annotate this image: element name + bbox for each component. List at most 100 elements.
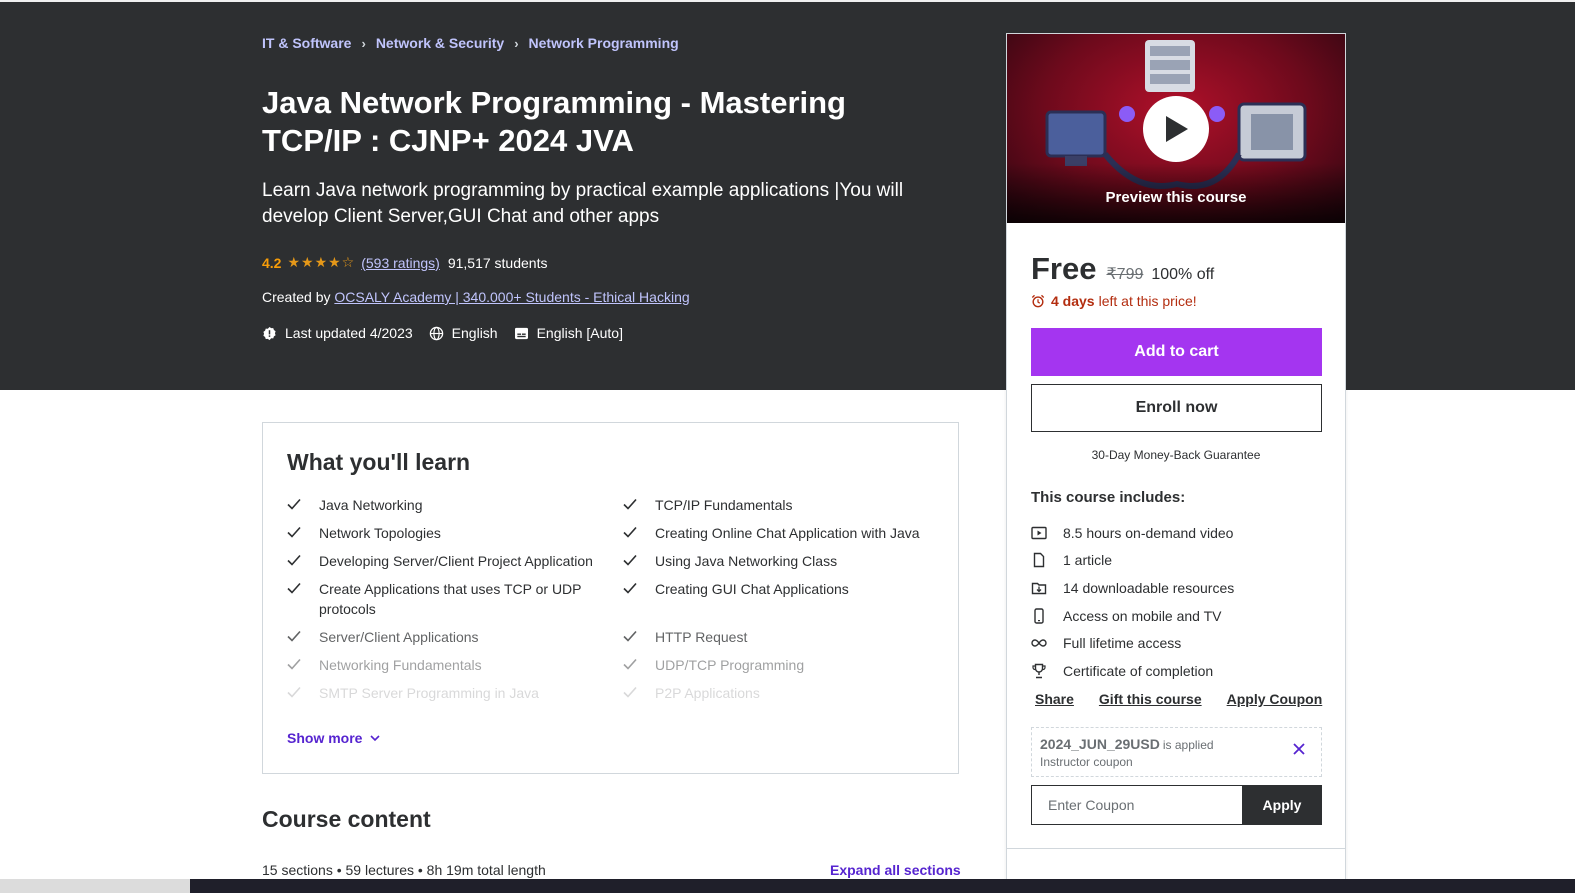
alarm-clock-icon: [1031, 294, 1045, 308]
check-icon: [623, 498, 637, 510]
includes-item: Certificate of completion: [1031, 657, 1331, 685]
learn-item: UDP/TCP Programming: [623, 655, 943, 675]
includes-item-label: Certificate of completion: [1063, 662, 1214, 679]
video-icon: [1031, 526, 1047, 539]
star-rating-icon: ★★★★☆: [287, 254, 356, 270]
captions-text: English [Auto]: [536, 325, 623, 341]
learn-item-text: P2P Applications: [655, 685, 760, 701]
learn-item-text: Java Networking: [319, 497, 423, 513]
add-to-cart-button[interactable]: Add to cart: [1031, 328, 1322, 376]
check-icon: [623, 658, 637, 670]
alert-badge-icon: [263, 326, 276, 340]
created-by-label: Created by: [262, 289, 331, 305]
check-icon: [623, 582, 637, 594]
mobile-icon: [1034, 607, 1044, 624]
coupon-code-line: 2024_JUN_29USD is applied: [1040, 736, 1214, 752]
rating-row: 4.2 ★★★★☆ (593 ratings) 91,517 students: [262, 254, 547, 271]
learn-item-text: SMTP Server Programming in Java: [319, 685, 539, 701]
learn-item-text: Create Applications that uses TCP or UDP…: [319, 581, 582, 617]
breadcrumb-item-network-programming[interactable]: Network Programming: [529, 35, 679, 51]
created-by: Created by OCSALY Academy | 340.000+ Stu…: [262, 289, 690, 305]
trophy-icon: [1032, 663, 1046, 678]
check-icon: [623, 630, 637, 642]
includes-item-label: 14 downloadable resources: [1063, 579, 1235, 596]
course-subtitle: Learn Java network programming by practi…: [262, 180, 904, 227]
includes-item-label: 8.5 hours on-demand video: [1063, 524, 1234, 541]
learn-item: HTTP Request: [623, 627, 943, 647]
close-icon: [1293, 743, 1305, 755]
apply-coupon-button[interactable]: Apply: [1242, 785, 1322, 825]
check-icon: [287, 658, 301, 670]
coupon-code: 2024_JUN_29USD: [1040, 736, 1160, 752]
timer-text: left at this price!: [1098, 293, 1197, 309]
play-icon: [1166, 116, 1188, 142]
includes-item: 1 article: [1031, 547, 1331, 575]
download-icon: [1031, 582, 1047, 595]
check-icon: [287, 554, 301, 566]
closed-captions-icon: [514, 327, 528, 339]
show-more-label: Show more: [287, 730, 363, 746]
learn-item: Creating Online Chat Application with Ja…: [623, 523, 943, 543]
applied-coupon: 2024_JUN_29USD is applied Instructor coup…: [1031, 727, 1322, 777]
enroll-now-button[interactable]: Enroll now: [1031, 384, 1322, 432]
learn-heading: What you'll learn: [287, 449, 471, 475]
expand-all-sections-button[interactable]: Expand all sections: [830, 862, 961, 878]
includes-item: Full lifetime access: [1031, 629, 1331, 657]
globe-icon: [429, 326, 443, 340]
check-icon: [623, 554, 637, 566]
apply-coupon-link[interactable]: Apply Coupon: [1227, 691, 1323, 707]
learn-item-text: Using Java Networking Class: [655, 553, 838, 569]
course-content-meta: 15 sections • 59 lectures • 8h 19m total…: [262, 862, 546, 878]
learn-item-text: Networking Fundamentals: [319, 657, 482, 673]
chevron-right-icon: ›: [361, 35, 366, 51]
infinity-icon: [1031, 639, 1047, 647]
chevron-right-icon: ›: [514, 35, 519, 51]
learn-column-left: Java Networking Network Topologies Devel…: [287, 495, 607, 711]
ratings-link[interactable]: (593 ratings): [361, 255, 440, 271]
play-button[interactable]: [1143, 96, 1209, 162]
learn-item: Developing Server/Client Project Applica…: [287, 551, 607, 571]
original-price: ₹799: [1106, 266, 1144, 283]
instructor-link[interactable]: OCSALY Academy | 340.000+ Students - Eth…: [334, 289, 689, 305]
breadcrumb-item-it-software[interactable]: IT & Software: [262, 35, 351, 51]
learn-item-text: HTTP Request: [655, 629, 748, 645]
learn-item-text: Creating Online Chat Application with Ja…: [655, 525, 920, 541]
learn-item-text: UDP/TCP Programming: [655, 657, 805, 673]
includes-list: 8.5 hours on-demand video 1 article 14 d…: [1031, 519, 1331, 685]
learn-item: SMTP Server Programming in Java: [287, 683, 607, 703]
timer-days: 4 days: [1051, 293, 1095, 309]
preview-label: Preview this course: [1105, 189, 1247, 206]
gift-course-button[interactable]: Gift this course: [1099, 691, 1202, 707]
captions: English [Auto]: [514, 325, 623, 341]
breadcrumb-item-network-security[interactable]: Network & Security: [376, 35, 504, 51]
learn-item-text: TCP/IP Fundamentals: [655, 497, 793, 513]
course-content-heading: Course content: [262, 806, 431, 832]
learn-item: TCP/IP Fundamentals: [623, 495, 943, 515]
breadcrumb: IT & Software › Network & Security › Net…: [262, 35, 679, 51]
learn-item-text: Network Topologies: [319, 525, 441, 541]
includes-item: 8.5 hours on-demand video: [1031, 519, 1331, 547]
sidebar-divider: [1007, 848, 1345, 849]
chevron-down-icon: [370, 734, 381, 741]
money-back-guarantee: 30-Day Money-Back Guarantee: [1091, 448, 1261, 462]
learn-column-right: TCP/IP Fundamentals Creating Online Chat…: [623, 495, 943, 711]
includes-heading: This course includes:: [1031, 489, 1186, 506]
course-preview[interactable]: Preview this course: [1007, 34, 1345, 223]
taskbar-start-area: [0, 879, 190, 893]
check-icon: [623, 526, 637, 538]
includes-item-label: 1 article: [1063, 552, 1113, 569]
learn-item: Networking Fundamentals: [287, 655, 607, 675]
coupon-input[interactable]: [1031, 785, 1243, 825]
learn-item: P2P Applications: [623, 683, 943, 703]
includes-item-label: Full lifetime access: [1063, 635, 1182, 652]
check-icon: [287, 526, 301, 538]
learn-item-text: Developing Server/Client Project Applica…: [319, 553, 593, 569]
remove-coupon-button[interactable]: [1293, 742, 1305, 760]
price-row: Free ₹799 100% off: [1031, 251, 1214, 287]
file-icon: [1033, 553, 1045, 568]
share-button[interactable]: Share: [1035, 691, 1074, 707]
last-updated: Last updated 4/2023: [262, 325, 413, 341]
show-more-button[interactable]: Show more: [287, 730, 381, 746]
check-icon: [287, 630, 301, 642]
learn-item: Java Networking: [287, 495, 607, 515]
